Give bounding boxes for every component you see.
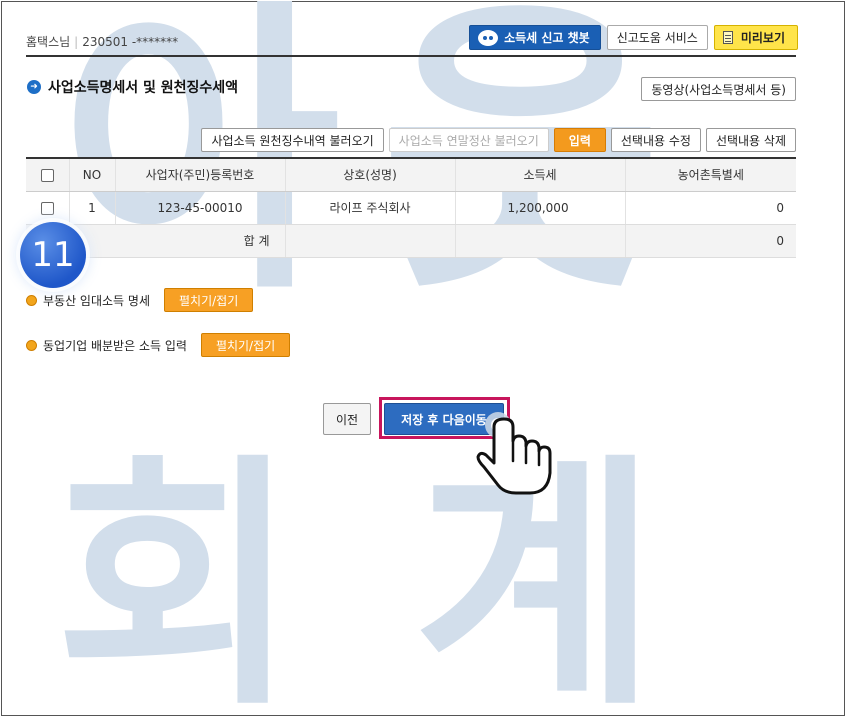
header-divider xyxy=(26,55,796,57)
income-table: NO 사업자(주민)등록번호 상호(성명) 소득세 농어촌특별세 1 123-4… xyxy=(26,157,796,258)
total-empty-cell xyxy=(284,224,455,258)
total-row: 합 계 0 xyxy=(26,224,796,258)
fold-label: 동업기업 배분받은 소득 입력 xyxy=(43,338,187,353)
video-button[interactable]: 동영상(사업소득명세서 등) xyxy=(641,77,796,101)
section-title-text: 사업소득명세서 및 원천징수세액 xyxy=(48,80,239,96)
section-title: ➜ 사업소득명세서 및 원천징수세액 xyxy=(27,77,238,97)
cell-name: 라이프 주식회사 xyxy=(284,191,455,225)
total-rural-tax: 0 xyxy=(624,224,796,258)
toggle-rental-button[interactable]: 펼치기/접기 xyxy=(164,288,254,312)
cell-reg-no: 123-45-00010 xyxy=(114,191,285,225)
table-header-row: NO 사업자(주민)등록번호 상호(성명) 소득세 농어촌특별세 xyxy=(26,157,796,192)
arrow-right-icon: ➜ xyxy=(27,80,41,94)
fold-section-rental: 부동산 임대소득 명세 펼치기/접기 xyxy=(26,288,254,312)
column-header: 사업자(주민)등록번호 xyxy=(114,157,285,192)
select-all-checkbox[interactable] xyxy=(40,168,54,182)
table-toolbar: 사업소득 원천징수내역 불러오기 사업소득 연말정산 불러오기 입력 선택내용 … xyxy=(201,128,796,152)
input-button[interactable]: 입력 xyxy=(553,128,606,152)
document-icon xyxy=(722,31,733,44)
load-year-end-button[interactable]: 사업소득 연말정산 불러오기 xyxy=(388,128,549,152)
fold-section-partnership: 동업기업 배분받은 소득 입력 펼치기/접기 xyxy=(26,333,291,357)
user-name: 홈택스님 xyxy=(26,35,71,49)
bullet-icon xyxy=(26,339,37,351)
user-info: 홈택스님 | 230501 -******* xyxy=(26,35,179,49)
edit-selected-button[interactable]: 선택내용 수정 xyxy=(610,128,701,152)
row-checkbox[interactable] xyxy=(40,201,54,215)
cell-no: 1 xyxy=(68,191,115,225)
load-withholding-button[interactable]: 사업소득 원천징수내역 불러오기 xyxy=(201,128,384,152)
chatbot-button[interactable]: 소득세 신고 챗봇 xyxy=(469,25,601,50)
select-all-cell xyxy=(26,157,69,192)
column-header: 농어촌특별세 xyxy=(624,157,796,192)
chatbot-label: 소득세 신고 챗봇 xyxy=(504,31,590,45)
cell-rural-tax: 0 xyxy=(624,191,796,225)
fold-label: 부동산 임대소득 명세 xyxy=(43,293,150,308)
prev-button[interactable]: 이전 xyxy=(323,403,372,435)
column-header: 상호(성명) xyxy=(284,157,455,192)
bullet-icon xyxy=(26,294,37,306)
delete-selected-button[interactable]: 선택내용 삭제 xyxy=(705,128,796,152)
table-row[interactable]: 1 123-45-00010 라이프 주식회사 1,200,000 0 xyxy=(26,191,796,225)
help-service-button[interactable]: 신고도움 서비스 xyxy=(606,25,708,50)
chatbot-icon xyxy=(478,29,499,46)
hand-pointer-icon xyxy=(476,412,552,495)
column-header: NO xyxy=(68,157,115,192)
row-select-cell xyxy=(26,191,69,225)
total-income-cell xyxy=(454,224,625,258)
preview-button[interactable]: 미리보기 xyxy=(713,25,798,50)
toggle-partnership-button[interactable]: 펼치기/접기 xyxy=(200,333,291,357)
user-id: 230501 -******* xyxy=(82,35,179,49)
column-header: 소득세 xyxy=(454,157,625,192)
cell-income-tax: 1,200,000 xyxy=(454,191,625,225)
preview-label: 미리보기 xyxy=(740,31,785,45)
step-badge: 11 xyxy=(20,222,86,288)
header-buttons: 소득세 신고 챗봇 신고도움 서비스 미리보기 xyxy=(469,25,798,50)
